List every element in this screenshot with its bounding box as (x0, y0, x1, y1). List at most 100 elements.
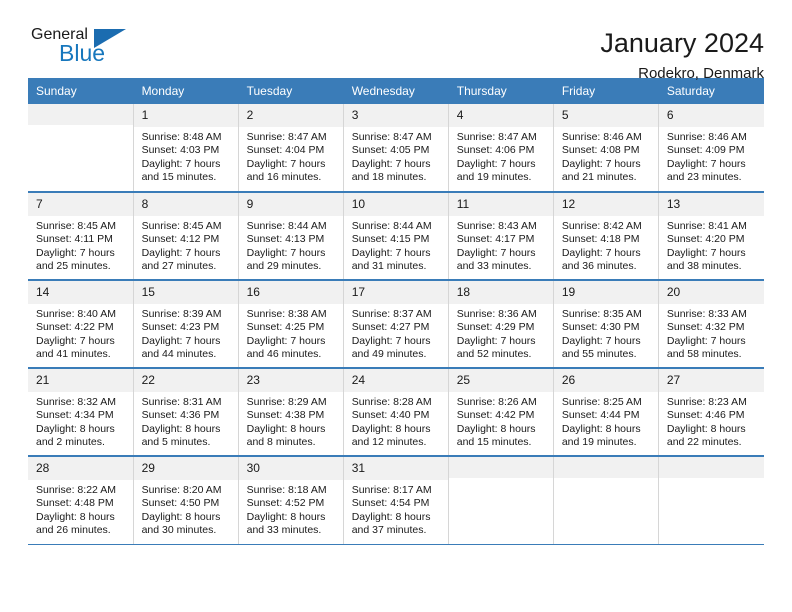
sunset-text: Sunset: 4:17 PM (456, 233, 535, 246)
daylight-text-line2: and 41 minutes. (36, 348, 111, 361)
daylight-text-line2: and 37 minutes. (351, 524, 427, 537)
calendar-day-cell[interactable]: 27 Sunrise: 8:23 AM Sunset: 4:46 PM Dayligh… (658, 368, 764, 457)
calendar-day-cell[interactable]: 30 Sunrise: 8:18 AM Sunset: 4:52 PM Dayligh… (238, 456, 344, 545)
calendar-week-row: 1 Sunrise: 8:48 AM Sunset: 4:03 PM Daylight… (28, 104, 764, 193)
calendar-day-cell[interactable]: 24 Sunrise: 8:28 AM Sunset: 4:40 PM Dayligh… (343, 368, 449, 457)
sunset-text: Sunset: 4:46 PM (666, 409, 745, 422)
day-number (658, 457, 764, 478)
page-header: General Blue January 2024 Rodekro, Denma… (28, 0, 764, 82)
sunrise-text: Sunrise: 8:22 AM (36, 484, 116, 496)
daylight-text-line2: and 26 minutes. (36, 524, 111, 537)
day-number: 26 (553, 369, 658, 392)
day-number (28, 104, 133, 125)
day-details: Sunrise: 8:29 AM Sunset: 4:38 PM Daylight:… (239, 392, 343, 450)
daylight-text-line1: Daylight: 7 hours (666, 334, 746, 347)
day-details: Sunrise: 8:41 AM Sunset: 4:20 PM Daylight:… (659, 216, 764, 274)
daylight-text-line2: and 16 minutes. (246, 171, 322, 184)
calendar-day-cell[interactable]: 16 Sunrise: 8:38 AM Sunset: 4:25 PM Dayligh… (238, 280, 344, 369)
daylight-text-line2: and 5 minutes. (141, 436, 211, 449)
sunset-text: Sunset: 4:38 PM (246, 409, 325, 422)
daylight-text-line2: and 19 minutes. (456, 171, 532, 184)
calendar-day-cell[interactable]: 2 Sunrise: 8:47 AM Sunset: 4:04 PM Daylight… (238, 104, 344, 193)
calendar-day-cell[interactable]: 21 Sunrise: 8:32 AM Sunset: 4:34 PM Dayligh… (28, 368, 134, 457)
day-details: Sunrise: 8:40 AM Sunset: 4:22 PM Daylight:… (28, 304, 133, 362)
sunset-text: Sunset: 4:52 PM (246, 497, 325, 510)
calendar-day-cell[interactable]: 17 Sunrise: 8:37 AM Sunset: 4:27 PM Dayligh… (343, 280, 449, 369)
calendar-day-cell[interactable]: 12 Sunrise: 8:42 AM Sunset: 4:18 PM Dayligh… (553, 192, 659, 281)
sunset-text: Sunset: 4:34 PM (36, 409, 114, 422)
day-number: 21 (28, 369, 133, 392)
daylight-text-line1: Daylight: 7 hours (246, 157, 326, 170)
daylight-text-line1: Daylight: 7 hours (246, 334, 326, 347)
sunrise-text: Sunrise: 8:46 AM (666, 131, 747, 143)
general-blue-logo[interactable]: General Blue (28, 26, 151, 78)
calendar-day-cell[interactable]: 3 Sunrise: 8:47 AM Sunset: 4:05 PM Daylight… (343, 104, 449, 193)
day-number: 29 (133, 457, 238, 480)
daylight-text-line1: Daylight: 7 hours (141, 157, 221, 170)
day-details: Sunrise: 8:44 AM Sunset: 4:13 PM Daylight:… (239, 216, 343, 274)
calendar-page: General Blue January 2024 Rodekro, Denma… (0, 0, 792, 612)
daylight-text-line2: and 23 minutes. (666, 171, 742, 184)
sunrise-text: Sunrise: 8:20 AM (141, 484, 222, 496)
day-details: Sunrise: 8:26 AM Sunset: 4:42 PM Daylight:… (449, 392, 553, 450)
calendar-day-cell[interactable]: 9 Sunrise: 8:44 AM Sunset: 4:13 PM Daylight… (238, 192, 344, 281)
weekday-header-wednesday: Wednesday (343, 78, 449, 104)
calendar-week-row: 28 Sunrise: 8:22 AM Sunset: 4:48 PM Dayligh… (28, 456, 764, 545)
day-number: 5 (553, 104, 658, 127)
calendar-day-cell[interactable]: 8 Sunrise: 8:45 AM Sunset: 4:12 PM Daylight… (133, 192, 239, 281)
logo-triangle-icon (94, 29, 126, 48)
calendar-day-cell[interactable]: 15 Sunrise: 8:39 AM Sunset: 4:23 PM Dayligh… (133, 280, 239, 369)
daylight-text-line1: Daylight: 8 hours (246, 422, 326, 435)
daylight-text-line1: Daylight: 7 hours (246, 246, 326, 259)
sunset-text: Sunset: 4:03 PM (141, 144, 220, 157)
calendar-day-cell[interactable]: 20 Sunrise: 8:33 AM Sunset: 4:32 PM Dayligh… (658, 280, 764, 369)
daylight-text-line2: and 27 minutes. (141, 260, 217, 273)
title-block: January 2024 Rodekro, Denmark (600, 26, 764, 85)
daylight-text-line2: and 29 minutes. (246, 260, 322, 273)
calendar-day-cell[interactable]: 28 Sunrise: 8:22 AM Sunset: 4:48 PM Dayligh… (28, 456, 134, 545)
sunrise-text: Sunrise: 8:29 AM (246, 396, 327, 408)
sunrise-text: Sunrise: 8:48 AM (141, 131, 222, 143)
sunset-text: Sunset: 4:32 PM (666, 321, 745, 334)
day-number: 4 (448, 104, 553, 127)
calendar-day-cell[interactable]: 5 Sunrise: 8:46 AM Sunset: 4:08 PM Daylight… (553, 104, 659, 193)
day-details: Sunrise: 8:25 AM Sunset: 4:44 PM Daylight:… (554, 392, 658, 450)
daylight-text-line1: Daylight: 7 hours (351, 246, 431, 259)
calendar-day-cell[interactable]: 19 Sunrise: 8:35 AM Sunset: 4:30 PM Dayligh… (553, 280, 659, 369)
calendar-day-cell-empty (553, 456, 659, 545)
day-number: 22 (133, 369, 238, 392)
calendar-day-cell[interactable]: 14 Sunrise: 8:40 AM Sunset: 4:22 PM Dayligh… (28, 280, 134, 369)
calendar-day-cell[interactable]: 10 Sunrise: 8:44 AM Sunset: 4:15 PM Dayligh… (343, 192, 449, 281)
daylight-text-line1: Daylight: 8 hours (141, 510, 221, 523)
sunset-text: Sunset: 4:44 PM (561, 409, 640, 422)
sunrise-text: Sunrise: 8:26 AM (456, 396, 537, 408)
calendar-day-cell[interactable]: 13 Sunrise: 8:41 AM Sunset: 4:20 PM Dayligh… (658, 192, 764, 281)
calendar-day-cell[interactable]: 6 Sunrise: 8:46 AM Sunset: 4:09 PM Daylight… (658, 104, 764, 193)
calendar-day-cell[interactable]: 7 Sunrise: 8:45 AM Sunset: 4:11 PM Daylight… (28, 192, 134, 281)
daylight-text-line1: Daylight: 7 hours (141, 334, 221, 347)
sunset-text: Sunset: 4:23 PM (141, 321, 220, 334)
day-number: 30 (238, 457, 343, 480)
calendar-day-cell[interactable]: 4 Sunrise: 8:47 AM Sunset: 4:06 PM Daylight… (448, 104, 554, 193)
daylight-text-line1: Daylight: 8 hours (36, 422, 115, 435)
calendar-day-cell[interactable]: 29 Sunrise: 8:20 AM Sunset: 4:50 PM Dayligh… (133, 456, 239, 545)
daylight-text-line2: and 22 minutes. (666, 436, 742, 449)
sunrise-text: Sunrise: 8:44 AM (351, 220, 432, 232)
sunrise-text: Sunrise: 8:47 AM (456, 131, 537, 143)
calendar-day-cell[interactable]: 25 Sunrise: 8:26 AM Sunset: 4:42 PM Dayligh… (448, 368, 554, 457)
daylight-text-line2: and 15 minutes. (141, 171, 217, 184)
day-details: Sunrise: 8:47 AM Sunset: 4:05 PM Daylight:… (344, 127, 448, 185)
calendar-day-cell[interactable]: 1 Sunrise: 8:48 AM Sunset: 4:03 PM Daylight… (133, 104, 239, 193)
calendar-day-cell[interactable]: 22 Sunrise: 8:31 AM Sunset: 4:36 PM Dayligh… (133, 368, 239, 457)
calendar-day-cell[interactable]: 23 Sunrise: 8:29 AM Sunset: 4:38 PM Dayligh… (238, 368, 344, 457)
day-details: Sunrise: 8:46 AM Sunset: 4:08 PM Daylight:… (554, 127, 658, 185)
calendar-day-cell[interactable]: 26 Sunrise: 8:25 AM Sunset: 4:44 PM Dayligh… (553, 368, 659, 457)
calendar-day-cell[interactable]: 31 Sunrise: 8:17 AM Sunset: 4:54 PM Dayligh… (343, 456, 449, 545)
calendar-day-cell[interactable]: 18 Sunrise: 8:36 AM Sunset: 4:29 PM Dayligh… (448, 280, 554, 369)
daylight-text-line1: Daylight: 7 hours (456, 334, 536, 347)
sunset-text: Sunset: 4:18 PM (561, 233, 640, 246)
day-details: Sunrise: 8:42 AM Sunset: 4:18 PM Daylight:… (554, 216, 658, 274)
sunset-text: Sunset: 4:25 PM (246, 321, 325, 334)
calendar-day-cell[interactable]: 11 Sunrise: 8:43 AM Sunset: 4:17 PM Dayligh… (448, 192, 554, 281)
daylight-text-line2: and 58 minutes. (666, 348, 742, 361)
